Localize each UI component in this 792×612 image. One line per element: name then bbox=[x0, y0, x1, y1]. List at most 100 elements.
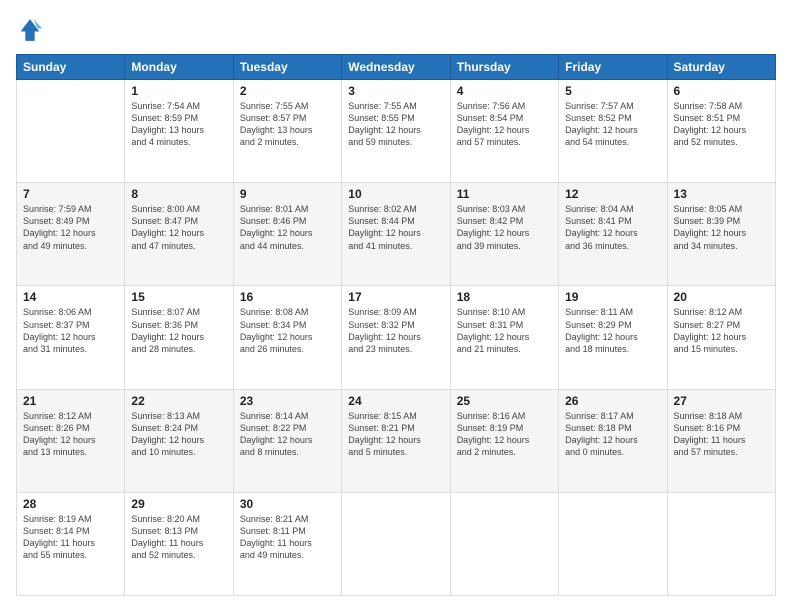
day-info: Sunrise: 8:14 AM Sunset: 8:22 PM Dayligh… bbox=[240, 410, 335, 459]
day-info: Sunrise: 8:04 AM Sunset: 8:41 PM Dayligh… bbox=[565, 203, 660, 252]
day-number: 7 bbox=[23, 187, 118, 201]
day-number: 18 bbox=[457, 290, 552, 304]
day-info: Sunrise: 7:56 AM Sunset: 8:54 PM Dayligh… bbox=[457, 100, 552, 149]
calendar-cell: 19Sunrise: 8:11 AM Sunset: 8:29 PM Dayli… bbox=[559, 286, 667, 389]
day-number: 4 bbox=[457, 84, 552, 98]
calendar-cell: 22 Sunrise: 8:13 AM Sunset: 8:24 PM Dayli… bbox=[125, 389, 233, 492]
calendar-week-row: 28Sunrise: 8:19 AM Sunset: 8:14 PM Dayli… bbox=[17, 492, 776, 595]
calendar-cell: 27 Sunrise: 8:18 AM Sunset: 8:16 PM Dayli… bbox=[667, 389, 775, 492]
calendar-cell: 24 Sunrise: 8:15 AM Sunset: 8:21 PM Dayli… bbox=[342, 389, 450, 492]
day-number: 20 bbox=[674, 290, 769, 304]
logo bbox=[16, 16, 48, 44]
calendar-cell: 20 Sunrise: 8:12 AM Sunset: 8:27 PM Dayli… bbox=[667, 286, 775, 389]
day-number: 13 bbox=[674, 187, 769, 201]
day-info: Sunrise: 7:57 AM Sunset: 8:52 PM Dayligh… bbox=[565, 100, 660, 149]
logo-icon bbox=[16, 16, 44, 44]
day-info: Sunrise: 8:06 AM Sunset: 8:37 PM Dayligh… bbox=[23, 306, 118, 355]
calendar-cell bbox=[450, 492, 558, 595]
header-row: SundayMondayTuesdayWednesdayThursdayFrid… bbox=[17, 55, 776, 80]
weekday-header: Sunday bbox=[17, 55, 125, 80]
day-info: Sunrise: 8:05 AM Sunset: 8:39 PM Dayligh… bbox=[674, 203, 769, 252]
day-number: 29 bbox=[131, 497, 226, 511]
calendar-cell bbox=[667, 492, 775, 595]
calendar-cell: 23 Sunrise: 8:14 AM Sunset: 8:22 PM Dayli… bbox=[233, 389, 341, 492]
calendar-cell bbox=[559, 492, 667, 595]
day-number: 8 bbox=[131, 187, 226, 201]
day-number: 10 bbox=[348, 187, 443, 201]
day-number: 15 bbox=[131, 290, 226, 304]
day-info: Sunrise: 7:54 AM Sunset: 8:59 PM Dayligh… bbox=[131, 100, 226, 149]
day-info: Sunrise: 8:10 AM Sunset: 8:31 PM Dayligh… bbox=[457, 306, 552, 355]
calendar-cell: 2 Sunrise: 7:55 AM Sunset: 8:57 PM Daylig… bbox=[233, 80, 341, 183]
day-info: Sunrise: 8:21 AM Sunset: 8:11 PM Dayligh… bbox=[240, 513, 335, 562]
day-number: 14 bbox=[23, 290, 118, 304]
weekday-header: Thursday bbox=[450, 55, 558, 80]
day-info: Sunrise: 7:58 AM Sunset: 8:51 PM Dayligh… bbox=[674, 100, 769, 149]
day-number: 16 bbox=[240, 290, 335, 304]
day-number: 24 bbox=[348, 394, 443, 408]
calendar-cell: 6 Sunrise: 7:58 AM Sunset: 8:51 PM Daylig… bbox=[667, 80, 775, 183]
day-info: Sunrise: 8:16 AM Sunset: 8:19 PM Dayligh… bbox=[457, 410, 552, 459]
calendar: SundayMondayTuesdayWednesdayThursdayFrid… bbox=[16, 54, 776, 596]
page: SundayMondayTuesdayWednesdayThursdayFrid… bbox=[0, 0, 792, 612]
calendar-cell: 25 Sunrise: 8:16 AM Sunset: 8:19 PM Dayli… bbox=[450, 389, 558, 492]
day-number: 26 bbox=[565, 394, 660, 408]
calendar-cell: 30 Sunrise: 8:21 AM Sunset: 8:11 PM Dayli… bbox=[233, 492, 341, 595]
calendar-cell: 11Sunrise: 8:03 AM Sunset: 8:42 PM Dayli… bbox=[450, 183, 558, 286]
day-number: 3 bbox=[348, 84, 443, 98]
day-number: 19 bbox=[565, 290, 660, 304]
day-number: 25 bbox=[457, 394, 552, 408]
calendar-cell: 12Sunrise: 8:04 AM Sunset: 8:41 PM Dayli… bbox=[559, 183, 667, 286]
day-number: 5 bbox=[565, 84, 660, 98]
day-number: 2 bbox=[240, 84, 335, 98]
calendar-week-row: 14 Sunrise: 8:06 AM Sunset: 8:37 PM Dayli… bbox=[17, 286, 776, 389]
day-info: Sunrise: 8:07 AM Sunset: 8:36 PM Dayligh… bbox=[131, 306, 226, 355]
day-number: 9 bbox=[240, 187, 335, 201]
day-info: Sunrise: 8:13 AM Sunset: 8:24 PM Dayligh… bbox=[131, 410, 226, 459]
day-info: Sunrise: 8:12 AM Sunset: 8:26 PM Dayligh… bbox=[23, 410, 118, 459]
calendar-cell: 18 Sunrise: 8:10 AM Sunset: 8:31 PM Dayli… bbox=[450, 286, 558, 389]
day-number: 1 bbox=[131, 84, 226, 98]
day-number: 27 bbox=[674, 394, 769, 408]
calendar-cell: 21 Sunrise: 8:12 AM Sunset: 8:26 PM Dayli… bbox=[17, 389, 125, 492]
day-number: 23 bbox=[240, 394, 335, 408]
weekday-header: Saturday bbox=[667, 55, 775, 80]
day-number: 30 bbox=[240, 497, 335, 511]
day-info: Sunrise: 8:01 AM Sunset: 8:46 PM Dayligh… bbox=[240, 203, 335, 252]
day-info: Sunrise: 7:59 AM Sunset: 8:49 PM Dayligh… bbox=[23, 203, 118, 252]
day-info: Sunrise: 8:18 AM Sunset: 8:16 PM Dayligh… bbox=[674, 410, 769, 459]
day-info: Sunrise: 7:55 AM Sunset: 8:57 PM Dayligh… bbox=[240, 100, 335, 149]
calendar-week-row: 7 Sunrise: 7:59 AM Sunset: 8:49 PM Daylig… bbox=[17, 183, 776, 286]
day-info: Sunrise: 8:09 AM Sunset: 8:32 PM Dayligh… bbox=[348, 306, 443, 355]
calendar-cell: 7 Sunrise: 7:59 AM Sunset: 8:49 PM Daylig… bbox=[17, 183, 125, 286]
calendar-cell: 26 Sunrise: 8:17 AM Sunset: 8:18 PM Dayli… bbox=[559, 389, 667, 492]
calendar-cell: 4 Sunrise: 7:56 AM Sunset: 8:54 PM Daylig… bbox=[450, 80, 558, 183]
calendar-cell: 17Sunrise: 8:09 AM Sunset: 8:32 PM Dayli… bbox=[342, 286, 450, 389]
day-info: Sunrise: 8:00 AM Sunset: 8:47 PM Dayligh… bbox=[131, 203, 226, 252]
day-number: 6 bbox=[674, 84, 769, 98]
day-number: 21 bbox=[23, 394, 118, 408]
calendar-cell bbox=[17, 80, 125, 183]
calendar-cell: 5 Sunrise: 7:57 AM Sunset: 8:52 PM Daylig… bbox=[559, 80, 667, 183]
day-info: Sunrise: 7:55 AM Sunset: 8:55 PM Dayligh… bbox=[348, 100, 443, 149]
day-number: 11 bbox=[457, 187, 552, 201]
calendar-week-row: 1 Sunrise: 7:54 AM Sunset: 8:59 PM Daylig… bbox=[17, 80, 776, 183]
day-info: Sunrise: 8:02 AM Sunset: 8:44 PM Dayligh… bbox=[348, 203, 443, 252]
day-number: 22 bbox=[131, 394, 226, 408]
day-info: Sunrise: 8:15 AM Sunset: 8:21 PM Dayligh… bbox=[348, 410, 443, 459]
header bbox=[16, 16, 776, 44]
calendar-cell: 1 Sunrise: 7:54 AM Sunset: 8:59 PM Daylig… bbox=[125, 80, 233, 183]
calendar-cell: 14 Sunrise: 8:06 AM Sunset: 8:37 PM Dayli… bbox=[17, 286, 125, 389]
calendar-cell: 8 Sunrise: 8:00 AM Sunset: 8:47 PM Daylig… bbox=[125, 183, 233, 286]
day-info: Sunrise: 8:08 AM Sunset: 8:34 PM Dayligh… bbox=[240, 306, 335, 355]
calendar-cell: 10 Sunrise: 8:02 AM Sunset: 8:44 PM Dayli… bbox=[342, 183, 450, 286]
calendar-cell: 29 Sunrise: 8:20 AM Sunset: 8:13 PM Dayli… bbox=[125, 492, 233, 595]
day-info: Sunrise: 8:12 AM Sunset: 8:27 PM Dayligh… bbox=[674, 306, 769, 355]
day-info: Sunrise: 8:20 AM Sunset: 8:13 PM Dayligh… bbox=[131, 513, 226, 562]
calendar-cell: 15 Sunrise: 8:07 AM Sunset: 8:36 PM Dayli… bbox=[125, 286, 233, 389]
weekday-header: Friday bbox=[559, 55, 667, 80]
weekday-header: Wednesday bbox=[342, 55, 450, 80]
weekday-header: Tuesday bbox=[233, 55, 341, 80]
weekday-header: Monday bbox=[125, 55, 233, 80]
day-info: Sunrise: 8:17 AM Sunset: 8:18 PM Dayligh… bbox=[565, 410, 660, 459]
